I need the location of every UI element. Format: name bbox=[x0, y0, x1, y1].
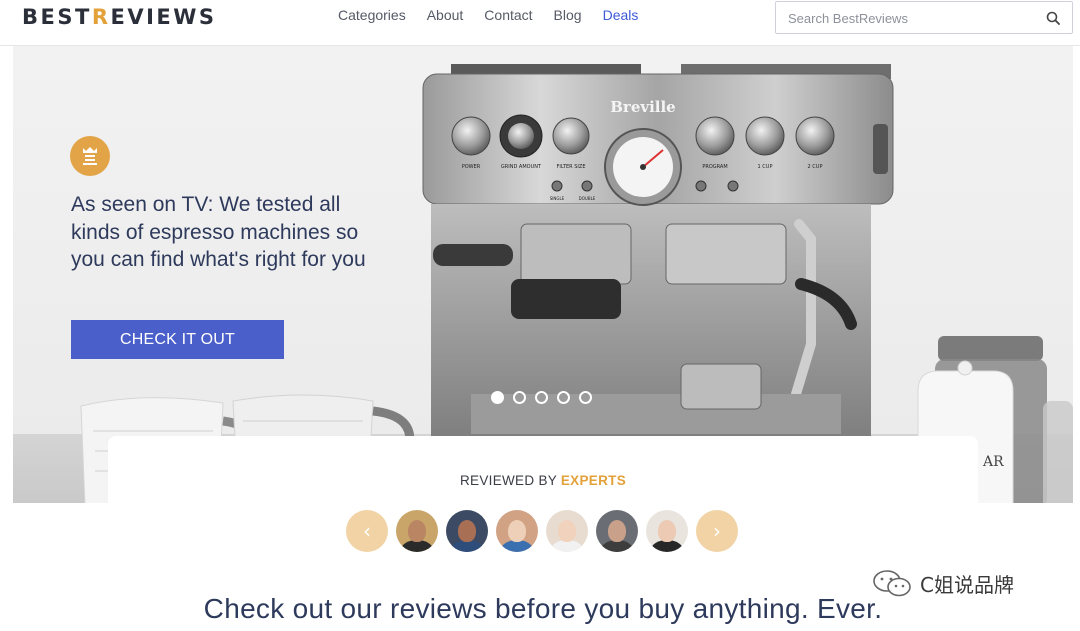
nav-blog[interactable]: Blog bbox=[554, 6, 582, 24]
site-header: BEST R EVIEWS Categories About Contact B… bbox=[0, 0, 1080, 46]
experts-title-highlight: EXPERTS bbox=[560, 473, 626, 488]
logo-text-eviews: EVIEWS bbox=[110, 5, 217, 29]
expert-avatar[interactable] bbox=[496, 510, 538, 552]
bestreviews-crown-icon bbox=[70, 136, 110, 176]
label-two-cup: 2 CUP bbox=[808, 164, 823, 170]
expert-avatar[interactable] bbox=[396, 510, 438, 552]
expert-avatar[interactable] bbox=[596, 510, 638, 552]
hero-banner[interactable]: Breville POWER GRIND AMOUNT FILTER SIZE … bbox=[13, 46, 1073, 503]
avatar-face bbox=[608, 520, 626, 542]
label-one-cup: 1 CUP bbox=[758, 164, 773, 170]
carousel-dot-4[interactable] bbox=[557, 391, 570, 404]
search-box bbox=[775, 1, 1073, 34]
avatar-face bbox=[658, 520, 676, 542]
check-it-out-button[interactable]: CHECK IT OUT bbox=[71, 320, 284, 359]
avatar-face bbox=[458, 520, 476, 542]
carousel-dot-3[interactable] bbox=[535, 391, 548, 404]
experts-avatar-list bbox=[396, 510, 688, 552]
avatar-face bbox=[408, 520, 426, 542]
main-nav: Categories About Contact Blog Deals bbox=[338, 6, 659, 24]
label-grind: GRIND AMOUNT bbox=[501, 164, 542, 170]
expert-avatar[interactable] bbox=[446, 510, 488, 552]
logo-crown-letter: R bbox=[91, 5, 111, 29]
label-program: PROGRAM bbox=[702, 164, 727, 170]
carousel-dot-5[interactable] bbox=[579, 391, 592, 404]
watermark-text: C姐说品牌 bbox=[920, 572, 1014, 597]
machine-brand-label: Breville bbox=[610, 98, 675, 116]
chevron-left-icon[interactable]: ‹ bbox=[346, 510, 388, 552]
label-double: DOUBLE bbox=[579, 196, 596, 201]
label-filter: FILTER SIZE bbox=[557, 164, 586, 170]
avatar-face bbox=[508, 520, 526, 542]
wechat-icon bbox=[873, 570, 911, 597]
espresso-machine-illustration: Breville POWER GRIND AMOUNT FILTER SIZE … bbox=[422, 64, 894, 444]
chevron-right-icon[interactable]: › bbox=[696, 510, 738, 552]
nav-categories[interactable]: Categories bbox=[338, 6, 406, 24]
hero-title: As seen on TV: We tested all kinds of es… bbox=[71, 193, 366, 271]
experts-carousel: ‹ › bbox=[346, 510, 738, 552]
label-power: POWER bbox=[462, 164, 481, 170]
search-icon[interactable] bbox=[1046, 11, 1060, 25]
carousel-dot-2[interactable] bbox=[513, 391, 526, 404]
carousel-dots bbox=[491, 391, 592, 404]
expert-avatar[interactable] bbox=[646, 510, 688, 552]
nav-contact[interactable]: Contact bbox=[484, 6, 532, 24]
nav-about[interactable]: About bbox=[427, 6, 464, 24]
experts-title: REVIEWED BY EXPERTS bbox=[0, 473, 1080, 488]
experts-title-prefix: REVIEWED BY bbox=[460, 473, 561, 488]
avatar-face bbox=[558, 520, 576, 542]
expert-avatar[interactable] bbox=[546, 510, 588, 552]
bestreviews-logo[interactable]: BEST R EVIEWS bbox=[22, 5, 217, 29]
carousel-dot-1[interactable] bbox=[491, 391, 504, 404]
search-input[interactable] bbox=[788, 8, 1038, 28]
logo-text-best: BEST bbox=[22, 5, 92, 29]
nav-deals[interactable]: Deals bbox=[603, 6, 639, 24]
svg-text:AR: AR bbox=[982, 454, 1004, 470]
label-single: SINGLE bbox=[550, 196, 565, 201]
watermark: C姐说品牌 bbox=[872, 568, 1014, 598]
